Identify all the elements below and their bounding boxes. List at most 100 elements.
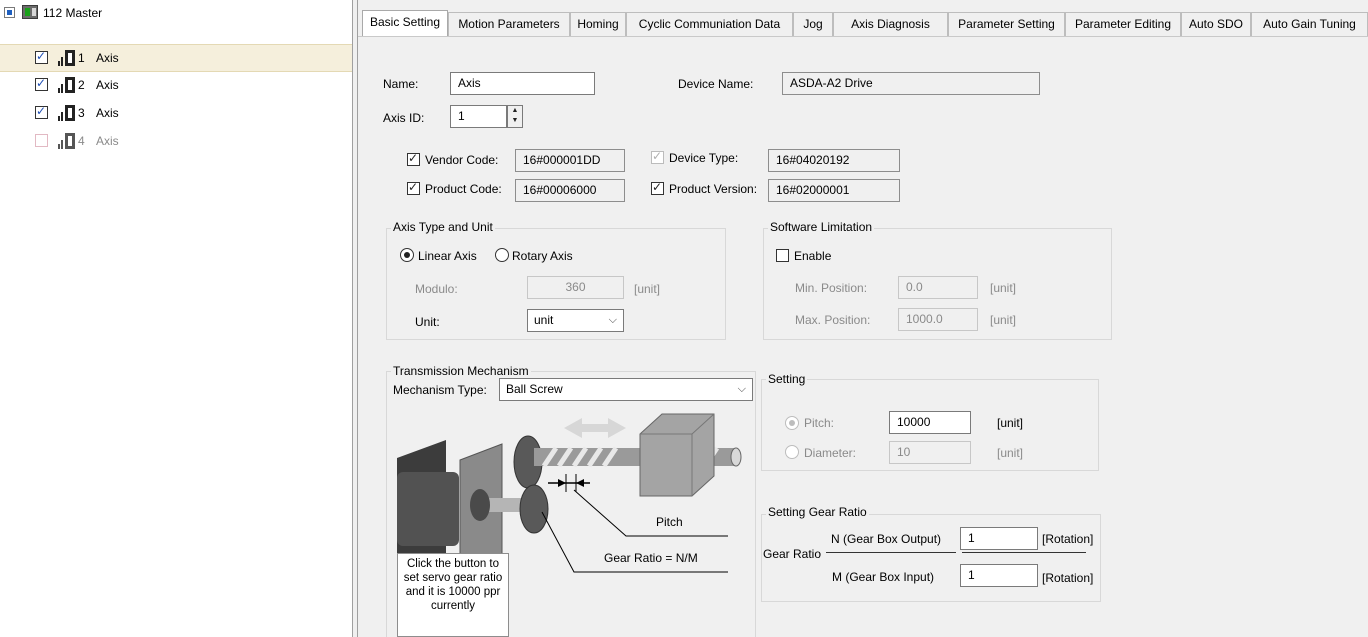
device-type-checkbox — [651, 149, 664, 164]
min-position-label: Min. Position: — [795, 281, 868, 295]
tree-item-axis-2[interactable]: 2 Axis — [0, 72, 352, 100]
axis-3-checkbox[interactable] — [35, 104, 48, 119]
pitch-caption: Pitch — [656, 515, 683, 529]
master-device-icon — [22, 5, 38, 19]
gear-n-unit: [Rotation] — [1042, 532, 1094, 546]
spin-down-icon[interactable]: ▼ — [508, 116, 522, 126]
mechanism-type-value: Ball Screw — [506, 382, 563, 396]
tab-axis-diagnosis[interactable]: Axis Diagnosis — [833, 12, 948, 36]
gear-ratio-hint-button[interactable]: Click the button to set servo gear ratio… — [397, 553, 509, 637]
axis-icon — [58, 133, 76, 149]
device-type-field: 16#04020192 — [768, 149, 900, 172]
mechanism-type-label: Mechanism Type: — [393, 383, 487, 397]
setting-group-title: Setting — [766, 372, 808, 386]
gear-m-input[interactable]: 1 — [960, 564, 1038, 587]
diameter-unit: [unit] — [997, 446, 1024, 460]
axis-4-label: Axis — [96, 134, 119, 148]
diameter-label: Diameter: — [804, 446, 857, 460]
modulo-input: 360 — [527, 276, 624, 299]
axis-2-label: Axis — [96, 78, 119, 92]
vendor-code-label: Vendor Code: — [425, 153, 499, 167]
modulo-label: Modulo: — [415, 282, 458, 296]
double-arrow-icon — [564, 418, 626, 438]
fraction-line-right — [962, 552, 1086, 553]
linear-axis-radio[interactable] — [400, 248, 414, 262]
tab-auto-gain-tuning[interactable]: Auto Gain Tuning — [1251, 12, 1368, 36]
motor-body — [397, 472, 459, 546]
mechanism-type-select[interactable]: Ball Screw ⌵ — [499, 378, 753, 401]
axis-1-number: 1 — [78, 51, 85, 65]
vendor-code-field: 16#000001DD — [515, 149, 625, 172]
axis-icon — [58, 105, 76, 121]
linear-axis-label: Linear Axis — [418, 249, 477, 263]
gear-n-input[interactable]: 1 — [960, 527, 1038, 550]
max-position-label: Max. Position: — [795, 313, 871, 327]
rotary-axis-label: Rotary Axis — [512, 249, 573, 263]
software-limit-group-title: Software Limitation — [768, 220, 875, 234]
axis-4-checkbox[interactable] — [35, 134, 48, 147]
pitch-unit: [unit] — [997, 416, 1024, 430]
axis-1-label: Axis — [96, 51, 119, 65]
gear-n-label: N (Gear Box Output) — [831, 532, 942, 546]
product-code-field: 16#00006000 — [515, 179, 625, 202]
min-position-input: 0.0 — [898, 276, 978, 299]
spin-up-icon[interactable]: ▲ — [508, 106, 522, 116]
device-name-label: Device Name: — [678, 77, 754, 91]
axis-1-checkbox[interactable] — [35, 49, 48, 64]
device-tree: 112 Master 1 Axis 2 Axis 3 Axis 4 Axis — [0, 0, 352, 637]
tab-parameter-editing[interactable]: Parameter Editing — [1065, 12, 1181, 36]
axis-id-label: Axis ID: — [383, 111, 425, 125]
tab-parameter-setting[interactable]: Parameter Setting — [948, 12, 1065, 36]
product-code-checkbox[interactable] — [407, 180, 420, 195]
tree-item-axis-1[interactable]: 1 Axis — [0, 44, 352, 72]
tab-basic-setting[interactable]: Basic Setting — [362, 10, 448, 36]
gear-m-label: M (Gear Box Input) — [832, 570, 935, 584]
software-limit-enable-checkbox[interactable] — [776, 249, 789, 262]
device-name-field: ASDA-A2 Drive — [782, 72, 1040, 95]
axis-type-group-title: Axis Type and Unit — [391, 220, 495, 234]
software-limit-enable-label: Enable — [794, 249, 832, 263]
product-version-field: 16#02000001 — [768, 179, 900, 202]
tree-master-row[interactable]: 112 Master — [0, 0, 352, 28]
axis-4-number: 4 — [78, 134, 85, 148]
unit-select[interactable]: unit ⌵ — [527, 309, 624, 332]
rotary-axis-radio[interactable] — [495, 248, 509, 262]
tab-homing[interactable]: Homing — [570, 12, 626, 36]
unit-label: Unit: — [415, 315, 440, 329]
screw-tip — [730, 447, 742, 467]
name-label: Name: — [383, 77, 419, 91]
modulo-unit: [unit] — [634, 282, 661, 296]
tab-motion-parameters[interactable]: Motion Parameters — [448, 12, 570, 36]
tree-item-axis-3[interactable]: 3 Axis — [0, 100, 352, 128]
unit-select-value: unit — [534, 313, 554, 327]
product-version-label: Product Version: — [669, 182, 758, 196]
expand-toggle-icon[interactable] — [4, 7, 15, 18]
gear-ratio-caption: Gear Ratio = N/M — [604, 551, 698, 565]
pitch-input[interactable]: 10000 — [889, 411, 971, 434]
diameter-radio — [785, 445, 799, 459]
pitch-label: Pitch: — [804, 416, 835, 430]
axis-2-checkbox[interactable] — [35, 76, 48, 91]
tab-jog[interactable]: Jog — [793, 12, 833, 36]
min-position-unit: [unit] — [990, 281, 1017, 295]
axis-id-spinner[interactable]: ▲ ▼ — [507, 105, 523, 128]
transmission-group-title: Transmission Mechanism — [391, 364, 531, 378]
axis-icon — [58, 77, 76, 93]
axis-id-input[interactable]: 1 — [450, 105, 507, 128]
max-position-input: 1000.0 — [898, 308, 978, 331]
fraction-line — [826, 552, 956, 553]
tab-cyclic-communication-data[interactable]: Cyclic Communiation Data — [626, 12, 793, 36]
carriage-block — [639, 413, 715, 497]
pitch-radio — [785, 416, 799, 430]
device-type-label: Device Type: — [669, 151, 739, 165]
axis-3-label: Axis — [96, 106, 119, 120]
gear-ratio-group-title: Setting Gear Ratio — [766, 505, 869, 519]
tab-auto-sdo[interactable]: Auto SDO — [1181, 12, 1251, 36]
motor-pulley — [470, 489, 490, 521]
axis-3-number: 3 — [78, 106, 85, 120]
product-version-checkbox[interactable] — [651, 180, 664, 195]
vendor-code-checkbox[interactable] — [407, 151, 420, 166]
tree-item-axis-4[interactable]: 4 Axis — [0, 128, 352, 156]
name-input[interactable]: Axis — [450, 72, 595, 95]
max-position-unit: [unit] — [990, 313, 1017, 327]
